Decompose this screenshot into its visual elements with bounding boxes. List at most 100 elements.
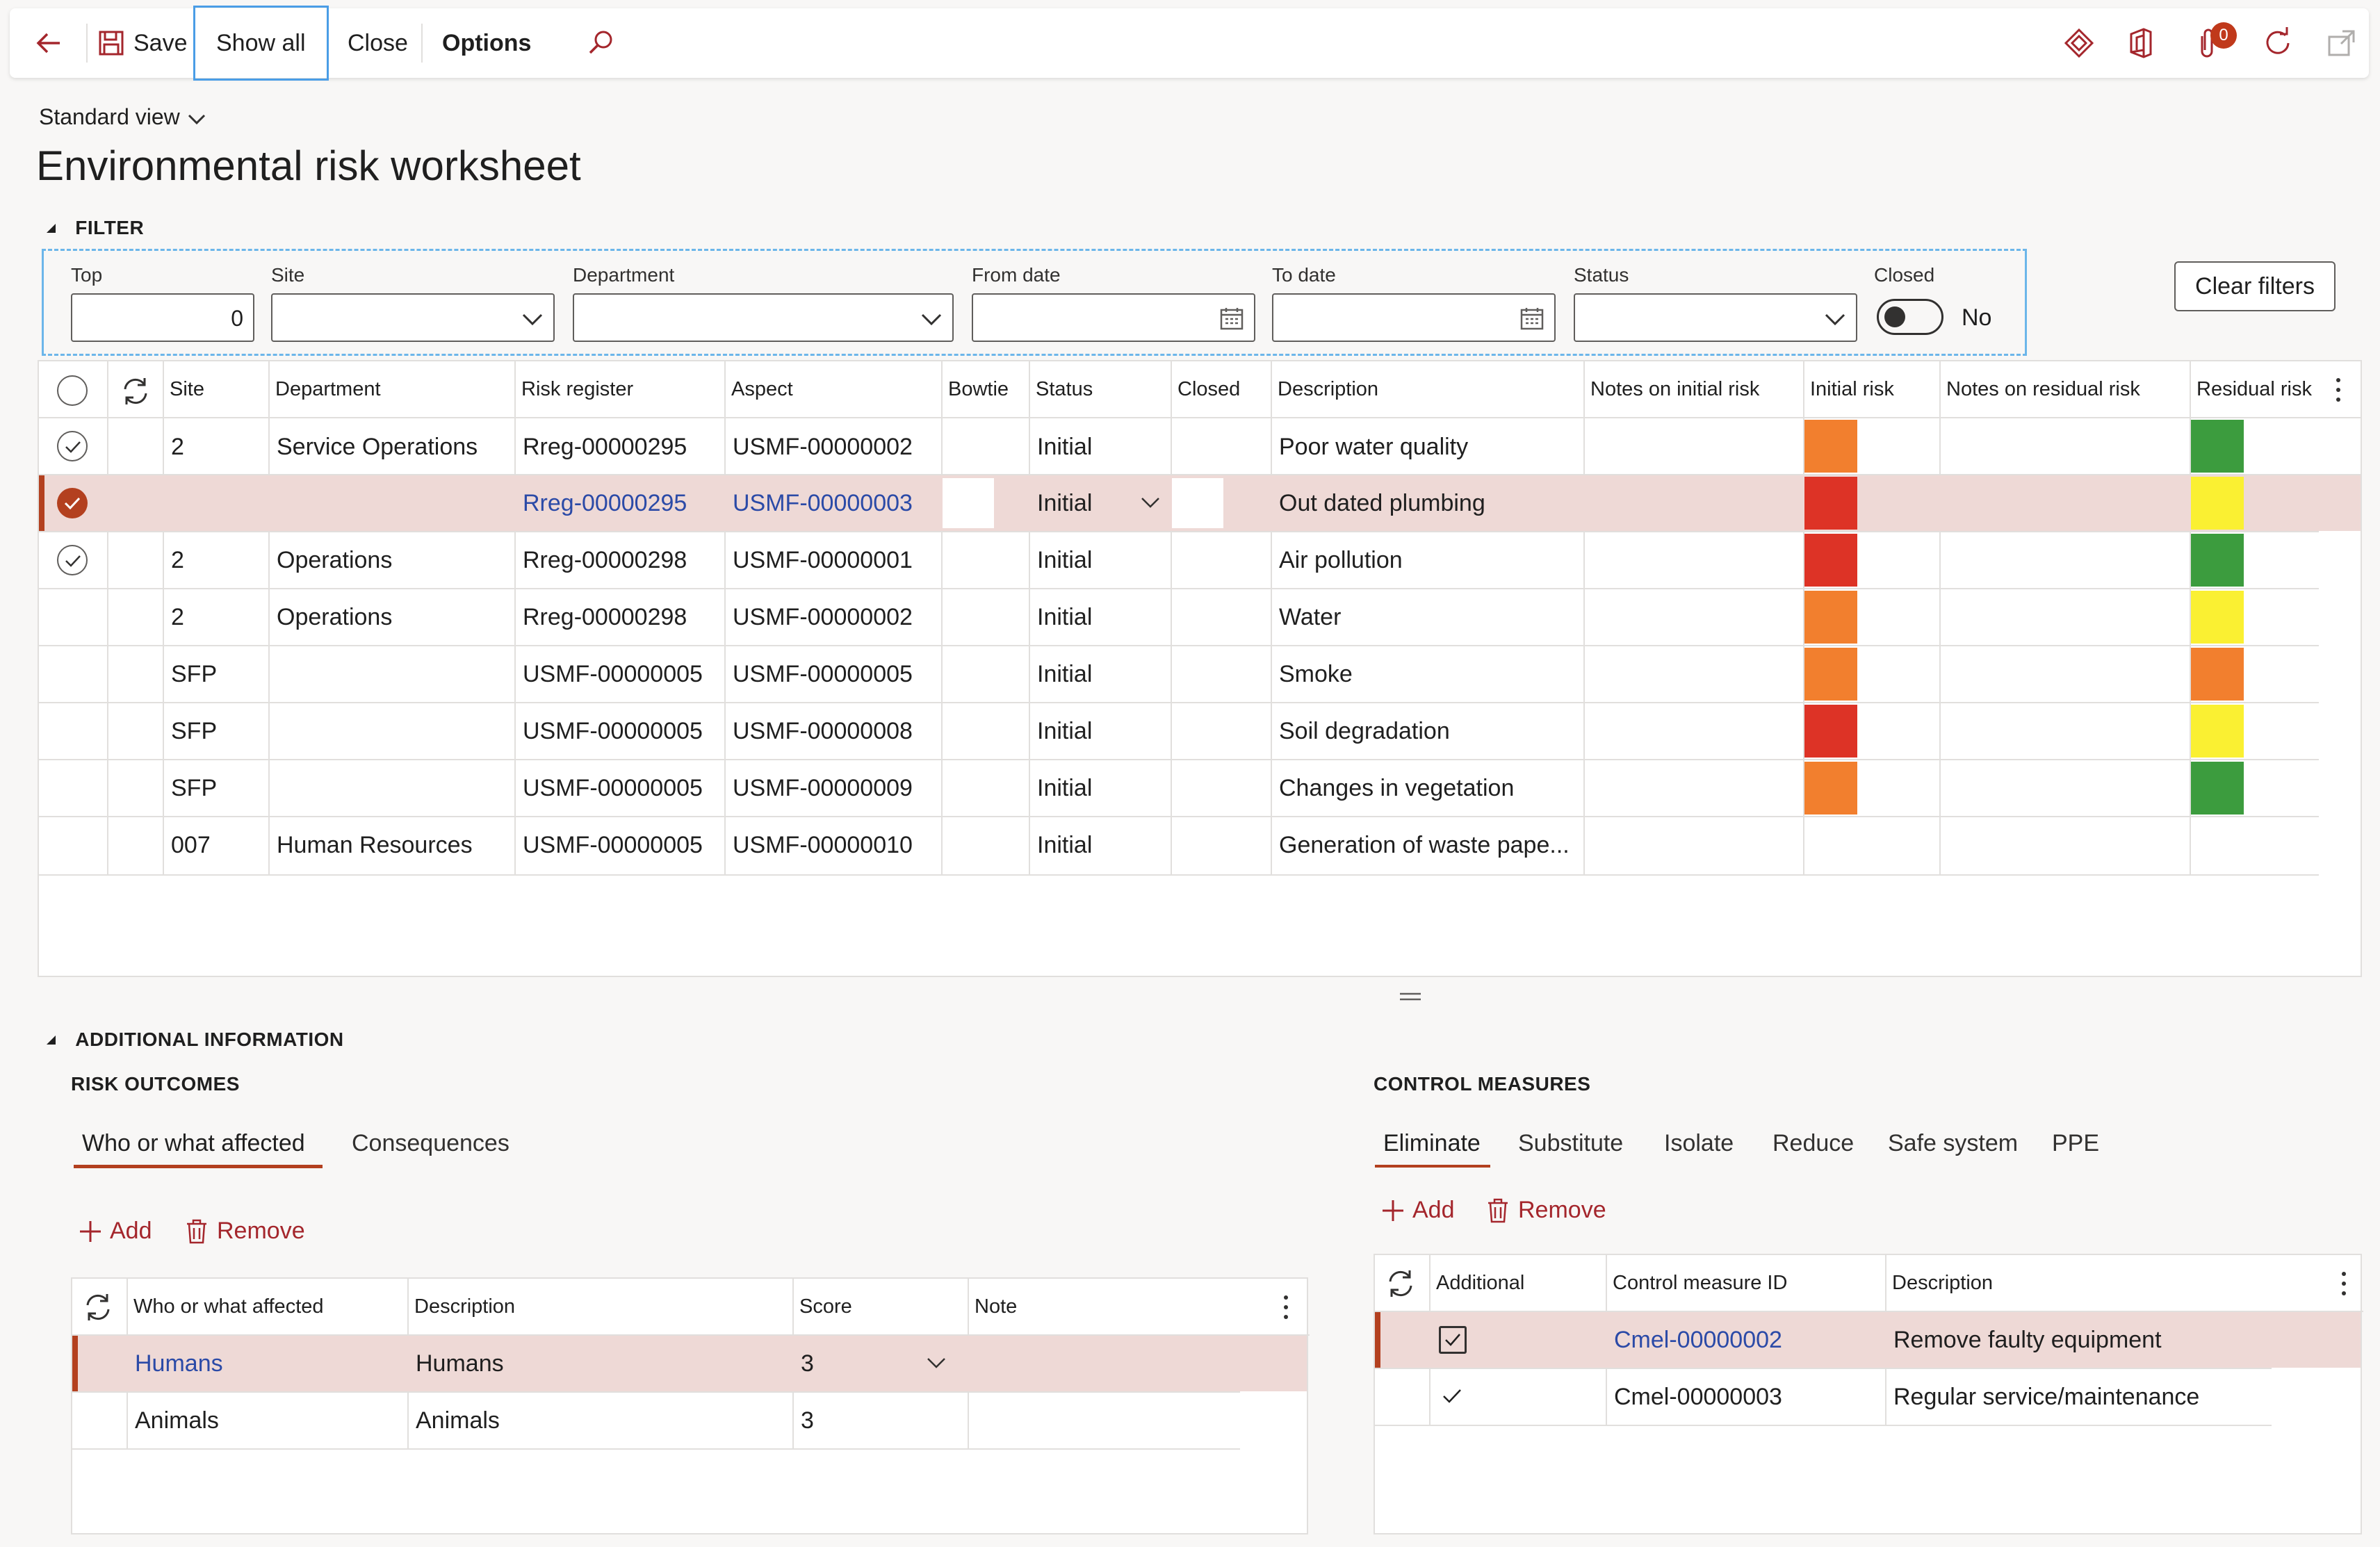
col-site[interactable]: Site (163, 361, 268, 417)
site-select[interactable] (271, 293, 555, 342)
tab-substitute[interactable]: Substitute (1518, 1130, 1623, 1157)
remove-outcome-button[interactable]: Remove (185, 1218, 305, 1245)
refresh-icon[interactable] (1385, 1268, 1417, 1300)
col-department[interactable]: Department (268, 361, 514, 417)
col-bowtie[interactable]: Bowtie (941, 361, 1029, 417)
calendar-icon[interactable] (1219, 306, 1244, 331)
status-select[interactable] (1574, 293, 1857, 342)
col-notes-residual-risk[interactable]: Notes on residual risk (1939, 361, 2190, 417)
closed-checkbox[interactable] (1172, 478, 1223, 528)
cell-description: Soil degradation (1279, 717, 1450, 744)
row-checkbox[interactable] (57, 545, 88, 575)
clear-filters-button[interactable]: Clear filters (2174, 261, 2336, 311)
row-checkbox-checked[interactable] (57, 488, 88, 518)
additional-info-header[interactable]: ADDITIONAL INFORMATION (44, 1029, 344, 1051)
cell-department: Operations (277, 546, 393, 573)
cell-aspect: USMF-00000002 (733, 433, 913, 460)
cell-aspect-link[interactable]: USMF-00000003 (724, 475, 941, 532)
add-label: Add (1412, 1197, 1455, 1223)
search-icon (589, 31, 612, 54)
refresh-icon[interactable] (82, 1291, 114, 1323)
tab-eliminate[interactable]: Eliminate (1383, 1130, 1481, 1157)
bowtie-checkbox[interactable] (943, 478, 994, 528)
col-notes-initial-risk[interactable]: Notes on initial risk (1583, 361, 1803, 417)
chevron-down-icon (522, 313, 543, 326)
department-label: Department (573, 264, 675, 286)
col-score[interactable]: Score (792, 1279, 968, 1334)
from-date-input[interactable] (972, 293, 1255, 342)
refresh-button[interactable] (2262, 8, 2294, 78)
cell-description: Changes in vegetation (1279, 774, 1515, 801)
power-apps-button[interactable] (2063, 8, 2095, 78)
closed-toggle[interactable] (1877, 299, 1943, 335)
view-selector[interactable]: Standard view (39, 104, 207, 130)
back-button[interactable] (33, 8, 64, 78)
checkmark-icon (64, 497, 81, 510)
cell-description: Out dated plumbing (1279, 489, 1485, 516)
remove-label: Remove (217, 1218, 305, 1244)
row-checkbox[interactable] (57, 431, 88, 461)
cell-score-select[interactable]: 3 (792, 1335, 968, 1392)
additional-info-title: ADDITIONAL INFORMATION (75, 1029, 344, 1050)
view-name: Standard view (39, 104, 180, 129)
to-date-label: To date (1272, 264, 1336, 286)
col-note[interactable]: Note (968, 1279, 1246, 1334)
tab-safe-system[interactable]: Safe system (1888, 1130, 2018, 1157)
cell-status: Initial (1037, 717, 1093, 744)
cell-score: 3 (801, 1407, 814, 1434)
office-button[interactable] (2127, 8, 2155, 78)
search-button[interactable] (585, 8, 616, 78)
cell-risk-register-link[interactable]: Rreg-00000295 (514, 475, 724, 532)
add-control-button[interactable]: Add (1380, 1197, 1455, 1224)
more-options-icon[interactable] (1282, 1294, 1290, 1320)
col-description[interactable]: Description (1271, 361, 1583, 417)
calendar-icon[interactable] (1519, 306, 1544, 331)
col-status[interactable]: Status (1029, 361, 1171, 417)
tab-isolate[interactable]: Isolate (1664, 1130, 1734, 1157)
close-button[interactable]: Close (348, 8, 408, 78)
cell-risk-register: Rreg-00000298 (523, 546, 687, 573)
more-options-icon[interactable] (2340, 1270, 2348, 1297)
col-closed[interactable]: Closed (1171, 361, 1271, 417)
col-additional[interactable]: Additional (1429, 1255, 1606, 1311)
cell-aspect: USMF-00000010 (733, 831, 913, 858)
to-date-input[interactable] (1272, 293, 1556, 342)
col-description[interactable]: Description (407, 1279, 792, 1334)
col-who-or-what-affected[interactable]: Who or what affected (127, 1279, 407, 1334)
tab-consequences[interactable]: Consequences (352, 1130, 510, 1157)
risk-grid: Site Department Risk register Aspect Bow… (38, 360, 2362, 977)
options-menu[interactable]: Options (442, 8, 531, 78)
cell-status-select[interactable]: Initial (1029, 475, 1171, 532)
col-risk-register[interactable]: Risk register (514, 361, 724, 417)
remove-control-button[interactable]: Remove (1486, 1197, 1606, 1224)
save-button[interactable]: Save (97, 8, 188, 78)
add-outcome-button[interactable]: Add (78, 1218, 152, 1245)
show-all-button[interactable]: Show all (193, 6, 329, 81)
department-select[interactable] (573, 293, 954, 342)
attachments-button[interactable]: 0 (2194, 8, 2237, 78)
filter-section-header[interactable]: FILTER (44, 217, 144, 239)
top-input[interactable]: 0 (71, 293, 254, 342)
col-control-measure-id[interactable]: Control measure ID (1606, 1255, 1885, 1311)
cell-aspect: USMF-00000001 (733, 546, 913, 573)
trash-icon (1488, 1198, 1508, 1222)
cell-risk-register: USMF-00000005 (523, 831, 703, 858)
col-aspect[interactable]: Aspect (724, 361, 941, 417)
cell-risk-register: USMF-00000005 (523, 774, 703, 801)
col-initial-risk[interactable]: Initial risk (1803, 361, 1939, 417)
splitter-handle-icon[interactable] (1399, 991, 1422, 1002)
col-description[interactable]: Description (1885, 1255, 2274, 1311)
cell-who-link[interactable]: Humans (127, 1335, 407, 1392)
cell-control-id-link[interactable]: Cmel-00000002 (1606, 1311, 1885, 1368)
risk-outcomes-title: RISK OUTCOMES (71, 1073, 240, 1095)
collapse-triangle-icon (47, 223, 56, 233)
tab-ppe[interactable]: PPE (2052, 1130, 2099, 1157)
open-new-window-button[interactable] (2327, 8, 2356, 78)
more-options-icon[interactable] (2334, 377, 2342, 403)
select-all-checkbox[interactable] (57, 375, 88, 406)
refresh-icon[interactable] (120, 375, 152, 407)
col-residual-risk[interactable]: Residual risk (2190, 361, 2326, 417)
tab-who-or-what-affected[interactable]: Who or what affected (82, 1130, 305, 1157)
additional-checkbox[interactable] (1439, 1326, 1467, 1354)
tab-reduce[interactable]: Reduce (1772, 1130, 1854, 1157)
